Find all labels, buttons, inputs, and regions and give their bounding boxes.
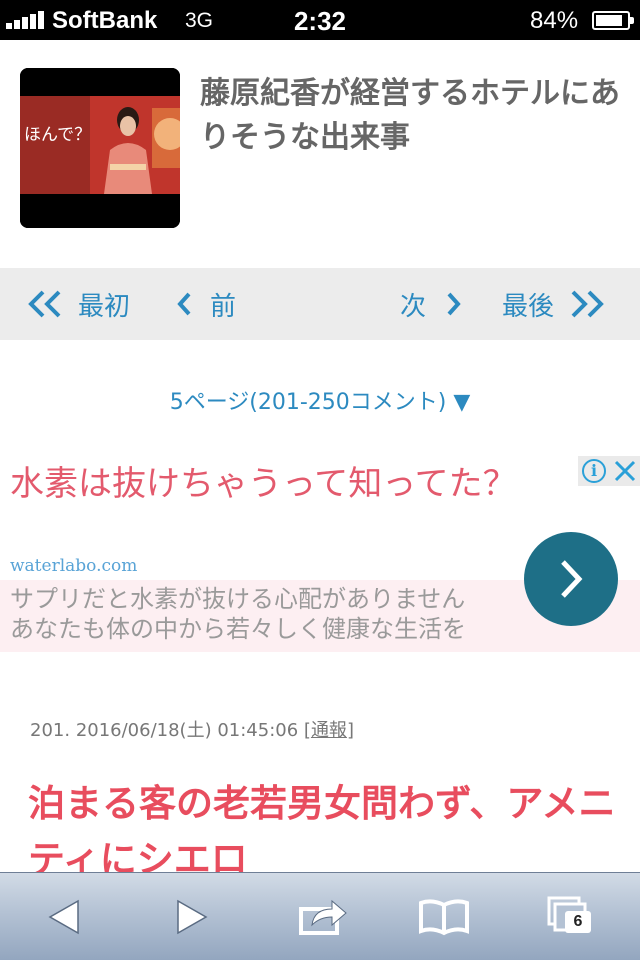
page-range-selector[interactable]: 5ページ(201-250コメント) ▼ bbox=[0, 384, 640, 416]
status-bar: SoftBank 3G 2:32 84% bbox=[0, 0, 640, 40]
browser-toolbar bbox=[0, 872, 640, 960]
battery-percent: 84% bbox=[530, 7, 579, 34]
forward-button[interactable] bbox=[152, 873, 232, 960]
prev-page-label: 前 bbox=[210, 291, 237, 322]
comment-number: 201. bbox=[30, 720, 71, 741]
ad-open-button[interactable] bbox=[524, 532, 618, 626]
forward-arrow-icon bbox=[177, 899, 208, 935]
ad-body-line: あなたも体の中から若々しく健康な生活を bbox=[10, 615, 466, 643]
chevron-left-icon bbox=[177, 292, 191, 316]
article-title[interactable]: 藤原紀香が経営するホテルにありそうな出来事 bbox=[200, 72, 630, 160]
bracket: [ bbox=[303, 720, 311, 741]
bracket: ] bbox=[346, 720, 354, 741]
battery-icon bbox=[592, 11, 634, 30]
back-button[interactable] bbox=[24, 873, 104, 960]
tabs-count-badge: 6 bbox=[565, 911, 591, 933]
last-page-label: 最後 bbox=[502, 291, 555, 322]
first-page-link[interactable]: 最初 bbox=[26, 268, 130, 340]
close-icon[interactable] bbox=[612, 458, 638, 484]
info-icon[interactable]: i bbox=[582, 459, 606, 483]
first-page-label: 最初 bbox=[78, 291, 131, 322]
ad-choices: i bbox=[578, 456, 640, 486]
comment-datetime: 2016/06/18(土) 01:45:06 bbox=[75, 720, 299, 741]
ad-headline[interactable]: 水素は抜けちゃうって知ってた？ bbox=[10, 462, 550, 506]
share-button[interactable] bbox=[284, 873, 364, 960]
prev-page-link[interactable]: 前 bbox=[176, 268, 236, 340]
last-page-link[interactable]: 最後 bbox=[502, 268, 606, 340]
comment-meta: 201. 2016/06/18(土) 01:45:06 [通報] bbox=[30, 716, 354, 742]
share-icon bbox=[299, 899, 347, 935]
thumbnail-caption: ほんで？ bbox=[24, 125, 91, 145]
double-chevron-left-icon bbox=[28, 290, 61, 318]
bookmarks-book-icon bbox=[419, 899, 469, 936]
pagination-bar: 最初 前 次 最後 bbox=[0, 268, 640, 340]
ad-body-line: サプリだと水素が抜ける心配がありません bbox=[10, 585, 466, 613]
double-chevron-right-icon bbox=[571, 290, 604, 318]
article-thumbnail[interactable]: ほんで？ bbox=[20, 68, 180, 228]
next-page-link[interactable]: 次 bbox=[400, 268, 462, 340]
ad-domain[interactable]: waterlabo.com bbox=[10, 556, 137, 576]
ad-banner[interactable]: 水素は抜けちゃうって知ってた？ waterlabo.com サプリだと水素が抜け… bbox=[0, 456, 640, 652]
chevron-right-icon bbox=[561, 560, 583, 598]
bookmarks-button[interactable] bbox=[404, 873, 484, 960]
chevron-right-icon bbox=[447, 292, 461, 316]
back-arrow-icon bbox=[48, 899, 79, 935]
report-link[interactable]: 通報 bbox=[311, 720, 347, 741]
next-page-label: 次 bbox=[400, 291, 427, 322]
